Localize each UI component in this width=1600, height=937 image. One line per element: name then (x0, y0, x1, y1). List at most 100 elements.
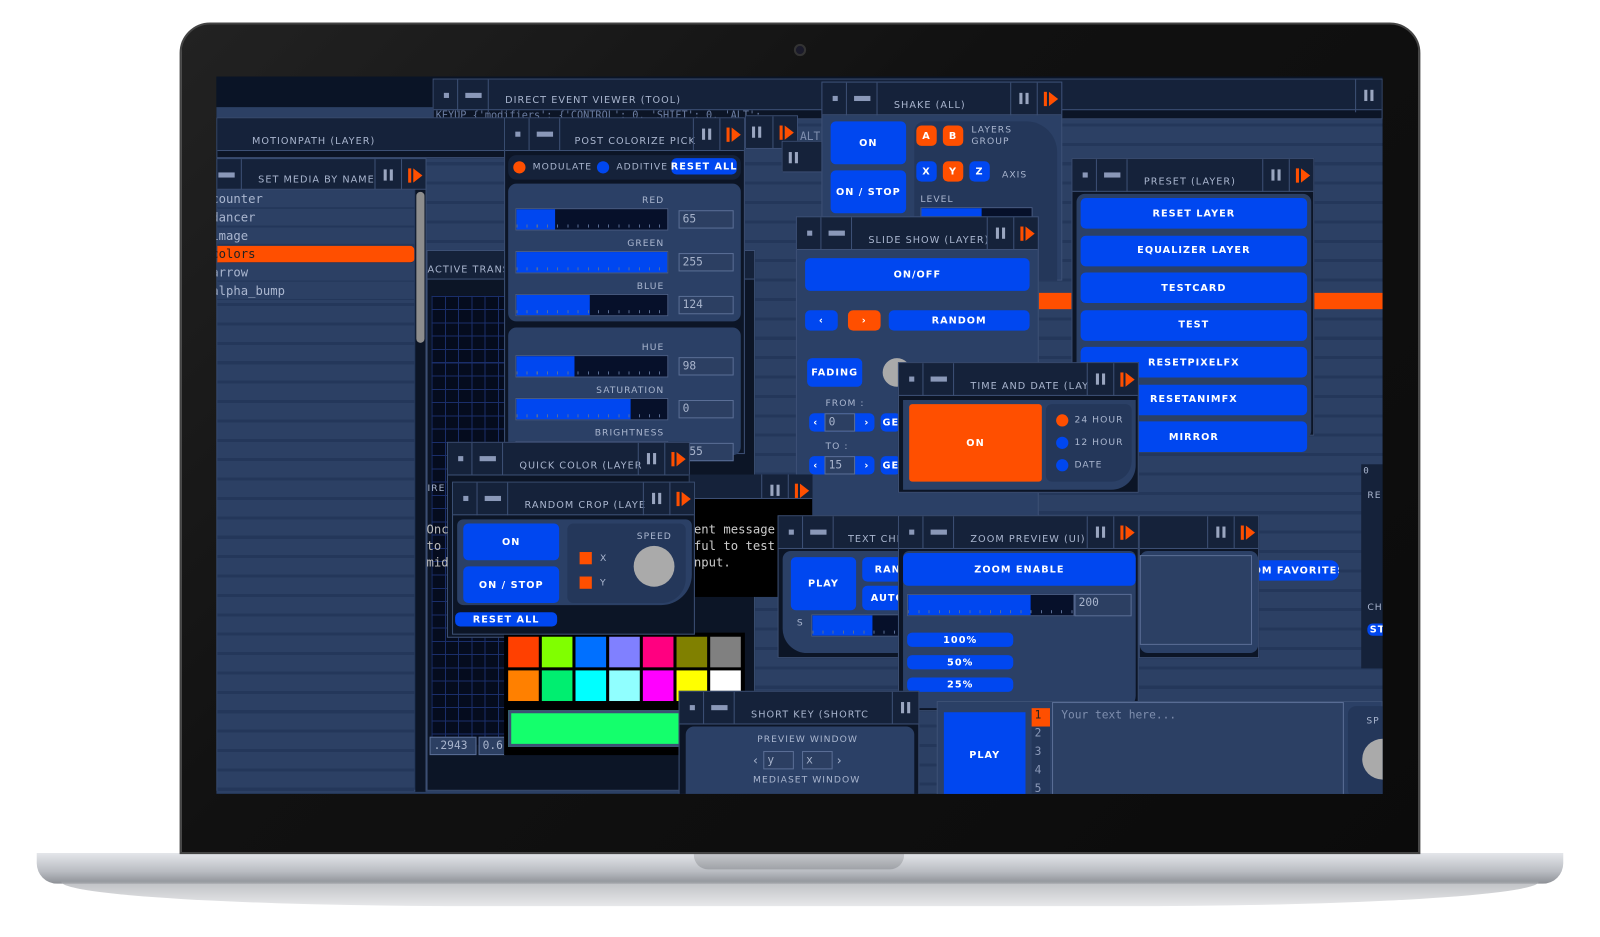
on-stop-button[interactable]: ON / STOP (463, 566, 560, 604)
minimize-button[interactable] (704, 691, 735, 725)
play-button[interactable] (669, 482, 693, 516)
window-zoom-preview[interactable]: ZOOM PREVIEW (UI) ZOOM ENABLE 200 100% 5… (897, 515, 1139, 712)
window-text-chi[interactable]: TEXT CHI PLAY RAN AUTO S (777, 515, 916, 659)
speed-knob[interactable] (633, 545, 675, 587)
media-list-item[interactable]: colors (216, 245, 415, 264)
layer-b-button[interactable]: B (942, 125, 964, 146)
dot-button[interactable] (680, 691, 705, 725)
scrollbar-track[interactable] (415, 189, 426, 792)
preview-y-input[interactable]: y (763, 751, 794, 770)
value-input[interactable]: 98 (678, 357, 734, 376)
axis-z-button[interactable]: Z (969, 161, 990, 182)
color-swatch[interactable] (575, 670, 607, 702)
titlebar[interactable]: TIME AND DATE (LAY (898, 363, 1138, 396)
prev-button[interactable]: ‹ (805, 310, 838, 331)
minimize-button[interactable] (216, 159, 242, 192)
titlebar[interactable]: ZOOM PREVIEW (UI) (898, 516, 1138, 549)
titlebar[interactable]: SHORT KEY (SHORTC (679, 691, 919, 725)
titlebar[interactable]: PRESET (LAYER) (1072, 159, 1314, 192)
play-button[interactable] (1113, 516, 1137, 549)
text-area[interactable]: Your text here... (1052, 702, 1344, 794)
titlebar[interactable]: SLIDE SHOW (LAYER) (796, 217, 1038, 250)
play-button[interactable] (664, 442, 688, 476)
preset-button[interactable]: RESET LAYER (1080, 197, 1308, 229)
color-swatch[interactable] (609, 670, 640, 702)
dot-button[interactable] (797, 217, 822, 250)
play-button[interactable] (1233, 516, 1258, 549)
value-field[interactable]: 0.6 (478, 736, 506, 756)
current-color-bar[interactable] (508, 710, 682, 747)
color-swatch[interactable] (642, 636, 674, 668)
play-button[interactable]: PLAY (943, 712, 1026, 794)
play-button[interactable]: PLAY (790, 557, 857, 611)
pause-button[interactable] (1262, 159, 1289, 192)
titlebar[interactable]: RANDOM CROP (LAYE (453, 482, 694, 516)
zoom-favorites-button[interactable]: OM FAVORITES (1259, 560, 1339, 581)
pause-button[interactable] (1086, 516, 1114, 549)
titlebar[interactable]: POST COLORIZE PICK (505, 118, 744, 152)
modulate-radio[interactable] (513, 161, 526, 174)
titlebar[interactable] (1139, 516, 1259, 549)
titlebar[interactable]: MOTIONPATH (LAYER) (217, 118, 512, 152)
color-swatch[interactable] (508, 636, 539, 668)
dot-button[interactable] (899, 516, 924, 549)
minimize-button[interactable] (1097, 159, 1128, 192)
axis-y-button[interactable]: Y (942, 161, 964, 182)
on-off-button[interactable]: ON/OFF (805, 258, 1030, 291)
play-button[interactable] (1036, 82, 1061, 116)
window-text-editor[interactable]: PLAY 12 3 4 5 Your text here... SP (936, 701, 1383, 794)
window-short-key[interactable]: SHORT KEY (SHORTC PREVIEW WINDOW ‹ y x ›… (678, 690, 920, 794)
titlebar[interactable]: SET MEDIA BY NAME (216, 159, 426, 192)
preview-x-input[interactable]: x (802, 751, 833, 770)
axis-x-button[interactable]: X (916, 161, 937, 182)
color-swatch[interactable] (609, 636, 640, 668)
zoom-100-button[interactable]: 100% (907, 632, 1014, 647)
slider-red[interactable] (515, 208, 669, 231)
slider-hue[interactable] (515, 355, 669, 378)
value-field[interactable]: .2943 (429, 736, 477, 756)
titlebar[interactable]: TEXT CHI (778, 516, 910, 549)
window-favorites[interactable] (1138, 515, 1260, 659)
titlebar[interactable]: QUICK COLOR (LAYER (447, 442, 689, 476)
pause-button[interactable] (1207, 516, 1234, 549)
pause-button[interactable] (637, 442, 665, 476)
from-input[interactable]: 0 (824, 413, 856, 432)
y-checkbox[interactable] (579, 576, 592, 589)
media-list-item[interactable]: dancer (216, 209, 415, 227)
minimize-button[interactable] (478, 482, 509, 516)
preset-button[interactable]: TESTCARD (1080, 272, 1308, 304)
window-set-media-by-name[interactable]: SET MEDIA BY NAME counterdancerimagecolo… (216, 158, 427, 792)
play-button[interactable] (719, 118, 743, 152)
additive-radio[interactable] (596, 161, 610, 174)
value-input[interactable]: 0 (678, 399, 734, 419)
minimize-button[interactable] (472, 442, 504, 476)
dot-button[interactable] (434, 79, 459, 113)
titlebar[interactable]: SHAKE (ALL) (822, 82, 1062, 116)
minimize-button[interactable] (530, 118, 561, 152)
zoom-value-input[interactable]: 200 (1074, 593, 1132, 617)
play-button[interactable] (401, 159, 425, 190)
scrollbar-thumb[interactable] (416, 191, 425, 343)
pause-button[interactable] (1086, 363, 1114, 396)
random-button[interactable]: RANDOM (888, 310, 1030, 331)
zoom-50-button[interactable]: 50% (907, 655, 1014, 670)
chevron-left-icon[interactable]: ‹ (753, 753, 759, 767)
zoom-slider[interactable] (907, 593, 1075, 617)
play-button[interactable] (1288, 159, 1313, 192)
pause-button[interactable] (781, 142, 808, 175)
slider-saturation[interactable] (515, 397, 669, 421)
play-button[interactable] (1013, 217, 1037, 250)
pause-button[interactable] (986, 217, 1014, 250)
media-list[interactable]: counterdancerimagecolorsarrowalpha_bump (216, 190, 415, 313)
pause-button[interactable] (1010, 82, 1037, 116)
x-checkbox[interactable] (579, 552, 592, 565)
dot-button[interactable] (453, 482, 478, 516)
dot-button[interactable] (448, 442, 473, 476)
value-input[interactable]: 65 (678, 210, 734, 229)
minimize-button[interactable] (803, 516, 834, 549)
time-format-radio[interactable] (1056, 459, 1069, 472)
color-swatch[interactable] (541, 636, 573, 668)
media-list-item[interactable]: image (216, 227, 415, 245)
reset-all-button[interactable]: RESET ALL (671, 158, 737, 175)
color-swatch[interactable] (508, 670, 539, 702)
